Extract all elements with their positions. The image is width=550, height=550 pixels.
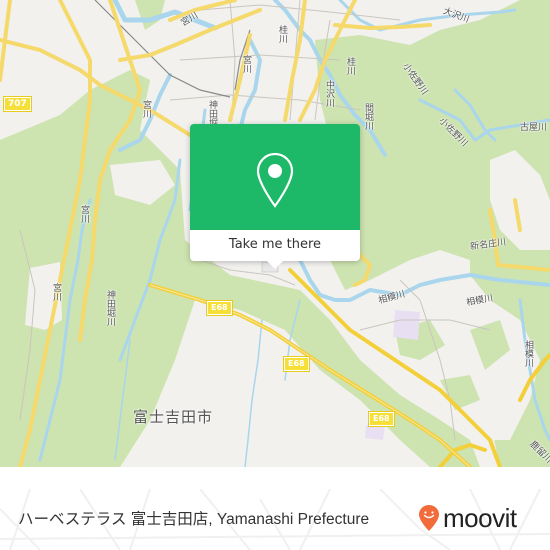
map-pin-icon — [256, 152, 294, 208]
place-name: ハーベステラス 富士吉田店, Yamanashi Prefecture — [18, 511, 370, 528]
city-label: 富士吉田市 — [133, 408, 214, 426]
river-label: 宮川 — [141, 100, 151, 118]
route-shield-e68: E68 — [283, 356, 310, 372]
river-label: 神田堀川 — [105, 290, 115, 326]
location-popup: Take me there — [190, 124, 360, 269]
river-label: 相模川 — [523, 340, 533, 367]
take-me-there-button[interactable]: Take me there — [190, 230, 360, 261]
river-label: 宮川 — [51, 283, 61, 301]
river-label: 桂川 — [277, 25, 287, 43]
river-label: 中沢川 — [324, 80, 334, 107]
route-shield-707: 707 — [3, 96, 32, 112]
moovit-pin-smile-icon — [419, 505, 439, 531]
river-label: 宮川 — [79, 205, 89, 223]
footer-bar: ハーベステラス 富士吉田店, Yamanashi Prefecture moov… — [0, 489, 550, 550]
route-shield-e68: E68 — [368, 411, 395, 427]
river-label: 間堀川 — [363, 103, 373, 130]
river-label: 古屋川 — [520, 123, 548, 133]
river-label: 桂川 — [345, 57, 355, 75]
map-view[interactable]: 707 E68 E68 E68 宮川 宮川 宮川 神田堀川 神田堀川 中沢川 桂… — [0, 0, 550, 467]
popup-header[interactable] — [190, 124, 360, 230]
brand-wordmark: moovit — [443, 503, 517, 533]
moovit-logo[interactable]: moovit — [418, 501, 517, 535]
popup-pointer — [267, 261, 283, 269]
route-shield-e68: E68 — [206, 300, 233, 316]
river-label: 宮川 — [241, 55, 251, 73]
